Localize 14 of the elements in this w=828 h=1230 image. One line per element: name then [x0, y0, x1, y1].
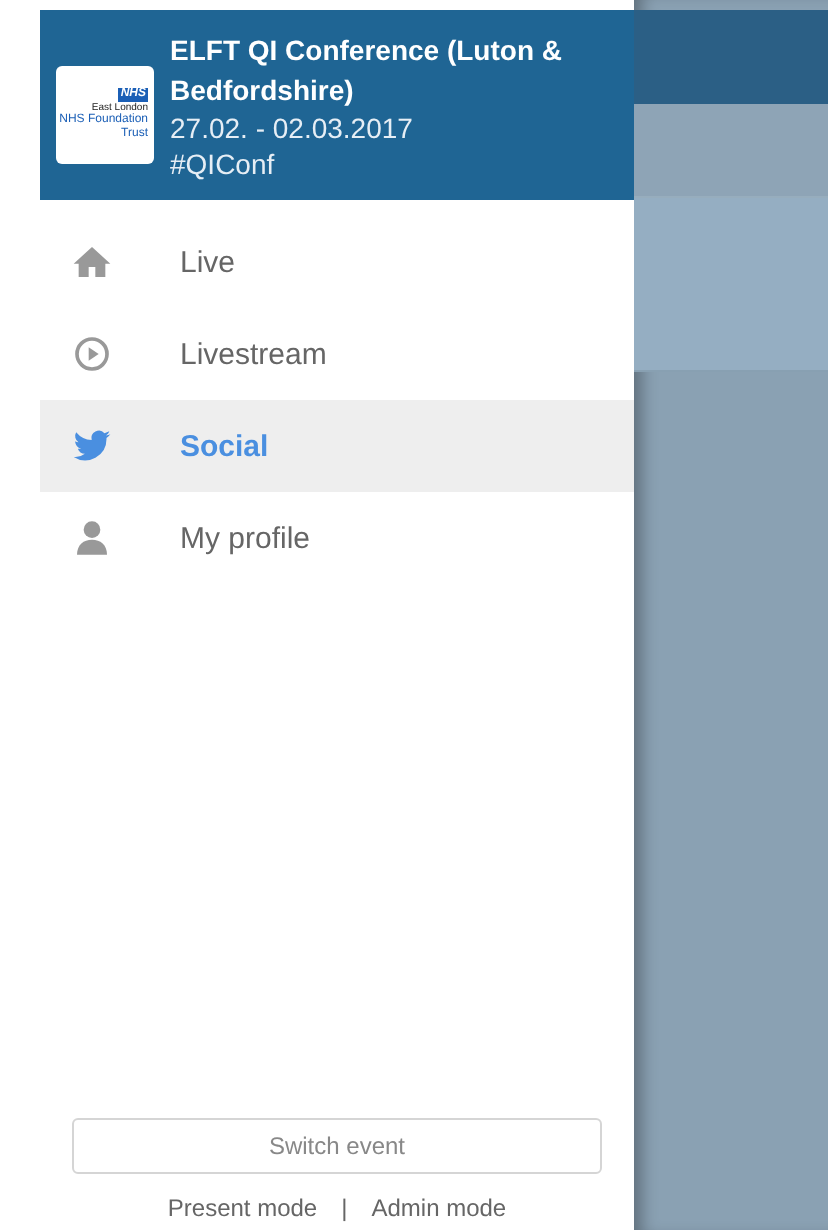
event-hashtag: #QIConf: [170, 146, 277, 182]
admin-mode-link[interactable]: Admin mode: [371, 1194, 507, 1224]
person-icon: [72, 518, 112, 558]
play-icon: [72, 334, 112, 374]
bird-icon: [72, 426, 112, 466]
present-mode-link[interactable]: Present mode: [167, 1194, 318, 1224]
home-icon: [72, 242, 112, 282]
separator: |: [341, 1194, 348, 1224]
menu-item[interactable]: Live: [40, 216, 634, 308]
menu-item[interactable]: My profile: [40, 492, 634, 584]
event-title: ELFT QI Conference (Luton & Bedfordshire): [170, 32, 564, 110]
menu-item[interactable]: Livestream: [40, 308, 634, 400]
switch-event-button[interactable]: Switch event: [72, 1118, 602, 1174]
event-dates: 27.02. - 02.03.2017: [170, 110, 415, 146]
